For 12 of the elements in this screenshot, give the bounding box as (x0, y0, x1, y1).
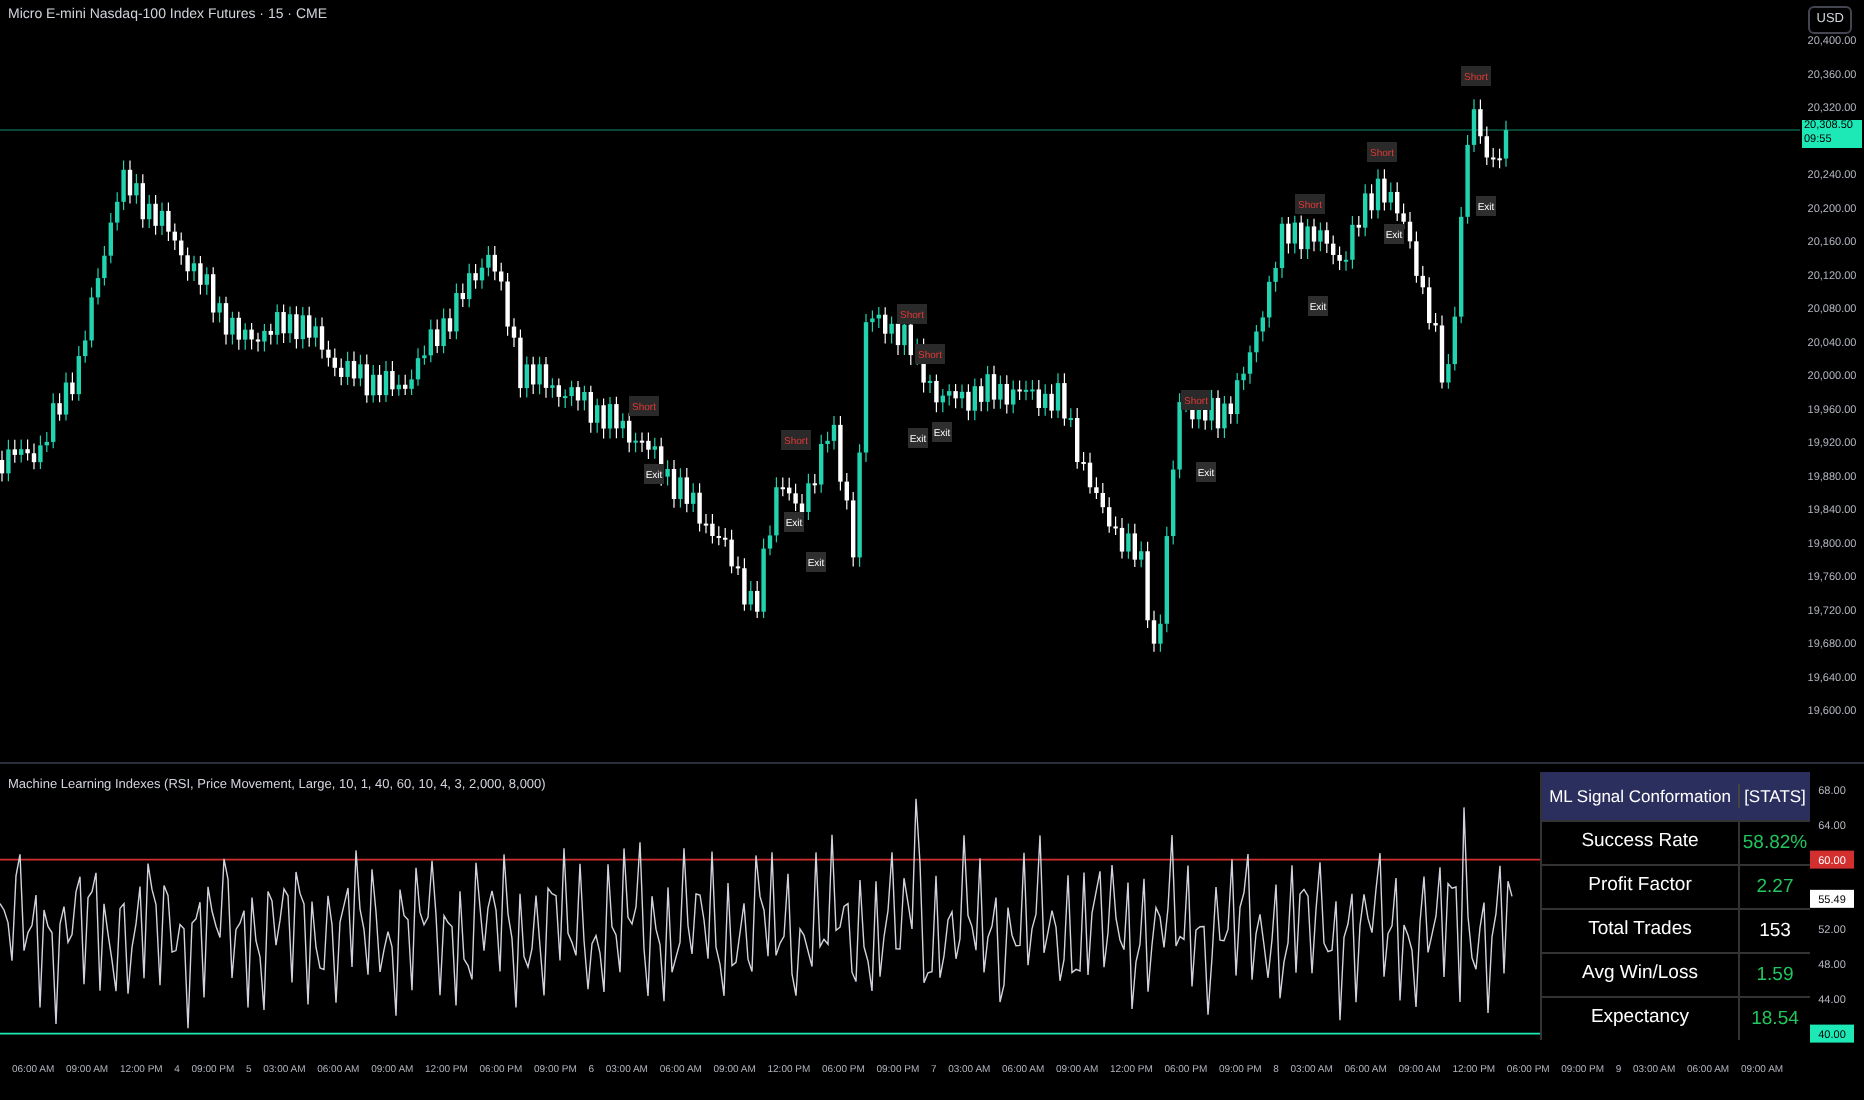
stat-label: Success Rate (1579, 828, 1701, 857)
stat-label: Profit Factor (1586, 872, 1694, 901)
stat-value: 2.27 (1738, 866, 1810, 908)
stat-value: 58.82% (1738, 822, 1810, 864)
table-column-header: [STATS] (1738, 783, 1810, 809)
stat-label: Expectancy (1588, 1004, 1692, 1033)
stat-value: 18.54 (1738, 998, 1810, 1040)
stat-label: Total Trades (1586, 916, 1694, 945)
stat-value: 153 (1738, 910, 1810, 952)
stat-label: Avg Win/Loss (1580, 960, 1700, 989)
stat-value: 1.59 (1738, 954, 1810, 996)
table-title: ML Signal Conformation (1547, 783, 1733, 809)
